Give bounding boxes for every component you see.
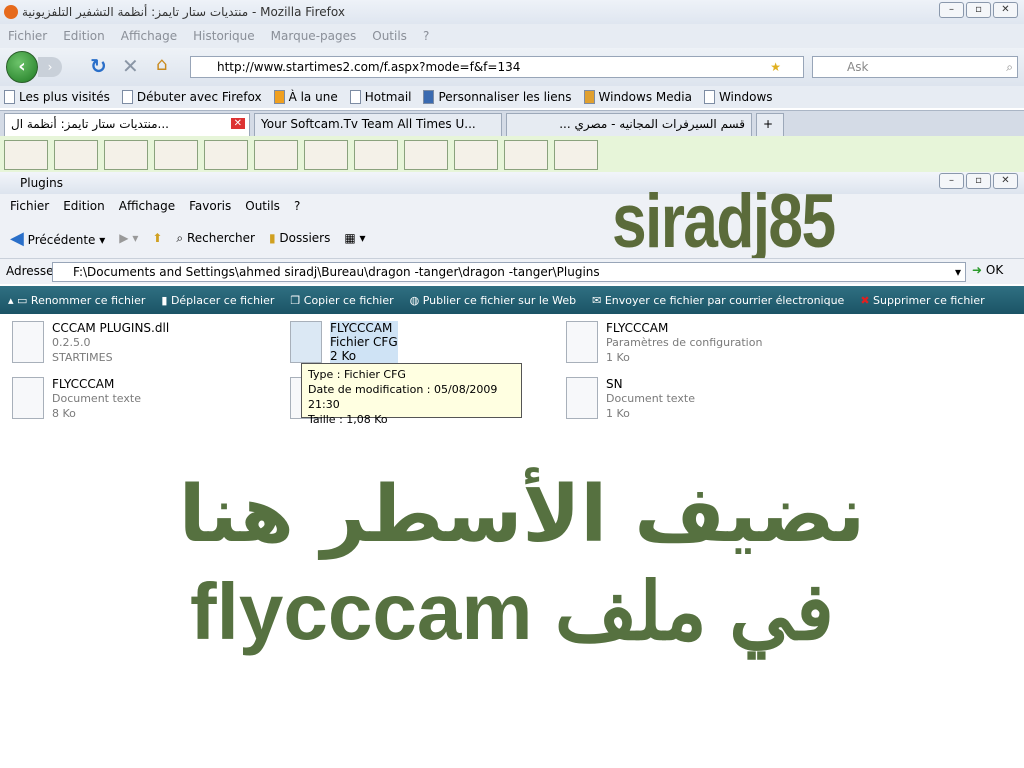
bookmark-getting-started[interactable]: Débuter avec Firefox xyxy=(121,90,262,104)
task-copy[interactable]: ❐ Copier ce fichier xyxy=(290,294,393,307)
back-button[interactable]: ‹ xyxy=(6,51,38,83)
up-folder-icon[interactable]: ⬆ xyxy=(152,231,162,245)
close-tab-icon[interactable]: ✕ xyxy=(230,118,245,129)
home-icon[interactable]: ⌂ xyxy=(156,54,167,75)
new-tab-button[interactable]: + xyxy=(756,113,784,137)
tab-servers[interactable]: قسم السيرفرات المجانيه - مصري ... xyxy=(506,113,752,137)
ex-menu-fichier[interactable]: Fichier xyxy=(10,199,49,213)
firefox-icon xyxy=(4,5,18,19)
maximize-button[interactable]: ▫ xyxy=(966,2,991,18)
tab-softcam[interactable]: Your Softcam.Tv Team All Times U... xyxy=(254,113,502,137)
bookmarks-toolbar: Les plus visités Débuter avec Firefox À … xyxy=(0,86,1024,108)
bookmark-hotmail[interactable]: Hotmail xyxy=(349,90,411,104)
menu-historique[interactable]: Historique xyxy=(193,29,255,43)
views-button[interactable]: ▦ ▾ xyxy=(344,231,365,245)
bookmark-headlines[interactable]: À la une xyxy=(273,90,338,104)
file-item[interactable]: FLYCCCAM Document texte 8 Ko xyxy=(12,377,141,421)
config-file-icon xyxy=(566,321,598,363)
bookmark-customize-links[interactable]: Personnaliser les liens xyxy=(423,90,572,104)
file-item[interactable]: FLYCCCAM Paramètres de configuration 1 Ko xyxy=(566,321,762,365)
text-file-icon xyxy=(12,377,44,419)
explorer-minimize[interactable]: – xyxy=(939,173,964,189)
ex-menu-outils[interactable]: Outils xyxy=(245,199,280,213)
menu-help[interactable]: ? xyxy=(423,29,429,43)
ex-menu-help[interactable]: ? xyxy=(294,199,300,213)
task-delete[interactable]: ✖ Supprimer ce fichier xyxy=(860,294,984,307)
stop-icon[interactable]: ✕ xyxy=(122,54,139,78)
dll-file-icon xyxy=(12,321,44,363)
search-input[interactable]: Ask ⌕ xyxy=(812,56,1018,78)
address-input[interactable]: F:\Documents and Settings\ahmed siradj\B… xyxy=(52,262,966,282)
overlay-line-2: في ملف flycccam xyxy=(190,567,834,656)
firefox-title-bar: منتديات ستار تايمز: أنظمة التشفير التلفز… xyxy=(0,0,1024,24)
bookmark-most-visited[interactable]: Les plus visités xyxy=(4,90,110,104)
bookmark-star-icon[interactable]: ★ xyxy=(770,57,781,77)
reload-icon[interactable]: ↻ xyxy=(90,54,107,78)
bookmark-windows-media[interactable]: Windows Media xyxy=(583,90,692,104)
task-publish[interactable]: ◍ Publier ce fichier sur le Web xyxy=(410,294,577,307)
navigation-toolbar: ‹ › ↻ ✕ ⌂ http://www.startimes2.com/f.as… xyxy=(0,48,1024,86)
url-text: http://www.startimes2.com/f.aspx?mode=f&… xyxy=(217,60,521,74)
go-button[interactable]: ➜ OK xyxy=(972,263,1003,277)
menu-outils[interactable]: Outils xyxy=(372,29,407,43)
task-rename[interactable]: ▴ ▭ Renommer ce fichier xyxy=(8,294,145,307)
explorer-close[interactable]: ✕ xyxy=(993,173,1018,189)
folders-button[interactable]: ▮ Dossiers xyxy=(269,231,330,245)
explorer-maximize[interactable]: ▫ xyxy=(966,173,991,189)
explorer-title: Plugins xyxy=(20,176,63,190)
overlay-line-1: نضيف الأسطر هنا xyxy=(178,470,866,560)
task-move[interactable]: ▮ Déplacer ce fichier xyxy=(161,294,274,307)
address-label: Adresse xyxy=(6,264,54,278)
back-button[interactable]: ◀ Précédente ▾ xyxy=(10,228,105,249)
ex-menu-affichage[interactable]: Affichage xyxy=(119,199,175,213)
search-placeholder: Ask xyxy=(847,60,869,74)
url-bar[interactable]: http://www.startimes2.com/f.aspx?mode=f&… xyxy=(190,56,804,78)
close-button[interactable]: ✕ xyxy=(993,2,1018,18)
forward-button[interactable]: ▶ ▾ xyxy=(119,231,138,245)
cfg-file-icon xyxy=(290,321,322,363)
window-title: منتديات ستار تايمز: أنظمة التشفير التلفز… xyxy=(22,5,345,19)
bookmark-windows[interactable]: Windows xyxy=(703,90,773,104)
file-item[interactable]: SN Document texte 1 Ko xyxy=(566,377,695,421)
explorer-toolbar: ◀ Précédente ▾ ▶ ▾ ⬆ ⌕ Rechercher ▮ Doss… xyxy=(0,218,1024,258)
ex-menu-favoris[interactable]: Favoris xyxy=(189,199,231,213)
search-icon[interactable]: ⌕ xyxy=(1006,57,1013,77)
minimize-button[interactable]: – xyxy=(939,2,964,18)
file-item-selected[interactable]: FLYCCCAM Fichier CFG 2 Ko xyxy=(290,321,398,363)
address-bar: Adresse F:\Documents and Settings\ahmed … xyxy=(0,258,1024,284)
explorer-title-bar: Plugins – ▫ ✕ xyxy=(0,172,1024,194)
text-file-icon xyxy=(566,377,598,419)
menu-fichier[interactable]: Fichier xyxy=(8,29,47,43)
menu-affichage[interactable]: Affichage xyxy=(121,29,177,43)
forward-button[interactable]: › xyxy=(38,57,62,77)
menu-marque-pages[interactable]: Marque-pages xyxy=(271,29,357,43)
ex-menu-edition[interactable]: Edition xyxy=(63,199,105,213)
page-icon-strip xyxy=(0,136,1024,172)
tab-startimes[interactable]: منتديات ستار تايمز: أنظمة ال... ✕ xyxy=(4,113,250,137)
task-email[interactable]: ✉ Envoyer ce fichier par courrier électr… xyxy=(592,294,844,307)
menu-edition[interactable]: Edition xyxy=(63,29,105,43)
explorer-menubar: Fichier Edition Affichage Favoris Outils… xyxy=(0,194,1024,218)
tab-bar: منتديات ستار تايمز: أنظمة ال... ✕ Your So… xyxy=(0,110,1024,137)
search-button[interactable]: ⌕ Rechercher xyxy=(176,231,255,246)
file-tasks-bar: ▴ ▭ Renommer ce fichier ▮ Déplacer ce fi… xyxy=(0,286,1024,314)
file-tooltip: Type : Fichier CFG Date de modification :… xyxy=(301,363,522,426)
brand-watermark: siradj85 xyxy=(612,179,836,264)
file-item[interactable]: CCCAM PLUGINS.dll 0.2.5.0 STARTIMES xyxy=(12,321,169,365)
firefox-menubar: Fichier Edition Affichage Historique Mar… xyxy=(0,24,1024,48)
